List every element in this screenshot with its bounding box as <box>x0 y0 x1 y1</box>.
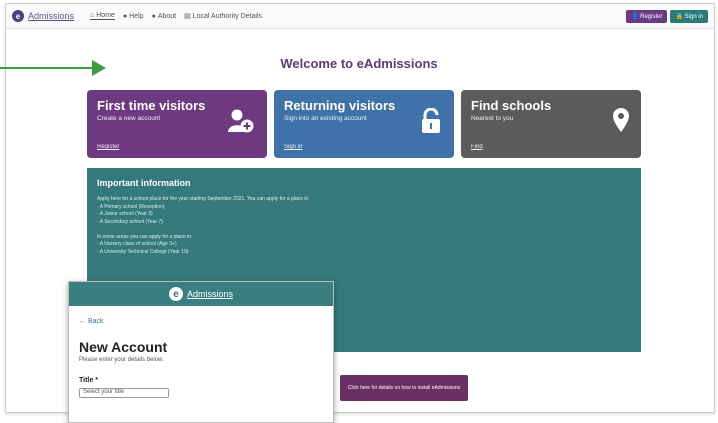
new-account-window: e Admissions ← Back New Account Please e… <box>68 281 334 423</box>
home-icon: ⌂ <box>90 12 95 19</box>
nav-local-authority[interactable]: ▤ Local Authority Details <box>184 12 262 21</box>
card-returning-visitors[interactable]: Returning visitors Sign into an existing… <box>274 90 454 158</box>
list-icon: ▤ <box>184 13 191 20</box>
signin-button[interactable]: 🔒 Sign in <box>670 9 708 23</box>
card-title: Find schools <box>471 98 552 113</box>
title-field-label: Title * <box>79 377 98 384</box>
register-link[interactable]: Register <box>97 144 119 150</box>
title-select[interactable]: Select your title <box>79 388 169 398</box>
help-icon: ● <box>122 12 128 20</box>
signin-label: Sign in <box>684 13 703 20</box>
map-pin-icon <box>613 108 629 132</box>
form-title: New Account <box>79 339 168 355</box>
signin-link[interactable]: Sign in <box>284 144 302 150</box>
nav-local-authority-label: Local Authority Details <box>192 12 262 20</box>
auth-buttons: 👤 Register 🔒 Sign in <box>625 9 708 23</box>
register-label: Register <box>640 13 663 20</box>
nav-about-label: About <box>157 12 177 20</box>
arrow-pointer <box>0 60 106 76</box>
logo-text: Admissions <box>28 11 75 21</box>
back-link[interactable]: ← Back <box>79 318 333 325</box>
nav-home[interactable]: ⌂ Home <box>90 12 115 20</box>
main-nav: ⌂ Home ● Help ● About ▤ Local Authority … <box>90 12 262 20</box>
info-body: Apply here for a school place for the ye… <box>97 196 310 255</box>
add-user-icon: 👤 <box>630 13 639 20</box>
card-find-schools[interactable]: Find schools Nearest to you Find <box>461 90 641 158</box>
find-link[interactable]: Find <box>471 144 483 150</box>
nav-home-label: Home <box>96 12 115 19</box>
card-first-time-visitors[interactable]: First time visitors Create a new account… <box>87 90 267 158</box>
lock-icon: 🔒 <box>675 13 683 20</box>
top-navbar: e Admissions ⌂ Home ● Help ● About ▤ Loc… <box>6 4 714 29</box>
info-icon: ● <box>151 12 156 20</box>
install-banner[interactable]: Click here for details on how to install… <box>340 375 468 401</box>
nav-help[interactable]: ● Help <box>123 12 144 20</box>
nav-about[interactable]: ● About <box>152 12 177 20</box>
site-logo[interactable]: e Admissions <box>12 10 74 22</box>
logo-mark: e <box>12 10 24 22</box>
overlay-logo-text[interactable]: Admissions <box>187 289 233 299</box>
card-subtitle: Nearest to you <box>471 115 514 122</box>
info-heading: Important information <box>97 178 191 188</box>
overlay-logo-mark: e <box>168 287 183 301</box>
nav-help-label: Help <box>129 12 144 20</box>
register-button[interactable]: 👤 Register <box>625 9 668 23</box>
overlay-header: e Admissions <box>69 282 333 306</box>
lock-icon <box>422 108 440 133</box>
add-user-icon <box>228 109 254 133</box>
form-subtitle: Please enter your details below. <box>79 357 164 363</box>
